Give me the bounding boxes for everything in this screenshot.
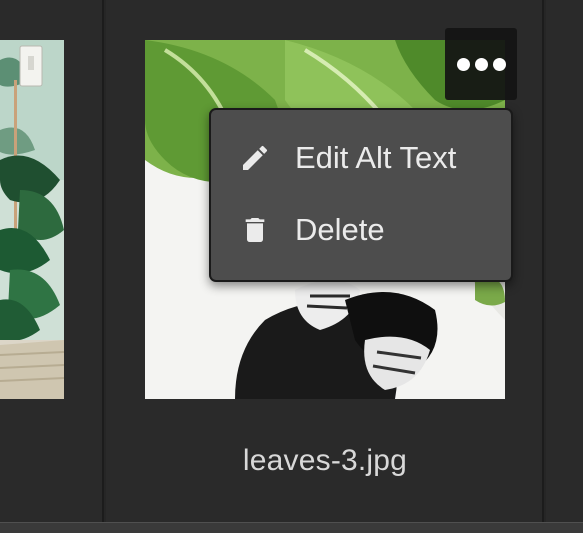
ellipsis-icon	[474, 57, 488, 71]
menu-item-label: Edit Alt Text	[295, 140, 457, 175]
menu-item-label: Delete	[295, 212, 385, 247]
image-filename: leaves-3.jpg	[242, 444, 408, 477]
image-options-menu: Edit Alt Text Delete	[209, 108, 513, 282]
trash-icon	[237, 212, 273, 248]
ellipsis-icon	[456, 57, 470, 71]
more-options-button[interactable]	[445, 28, 517, 100]
horizontal-scrollbar[interactable]	[0, 522, 583, 533]
gallery-item-next[interactable]	[546, 0, 583, 522]
edit-alt-text-menu-item[interactable]: Edit Alt Text	[211, 122, 511, 194]
gallery-item-previous[interactable]	[0, 0, 104, 522]
ellipsis-icon	[492, 57, 506, 71]
pencil-icon	[237, 140, 273, 176]
delete-menu-item[interactable]: Delete	[211, 194, 511, 266]
image-thumbnail[interactable]	[0, 40, 64, 399]
